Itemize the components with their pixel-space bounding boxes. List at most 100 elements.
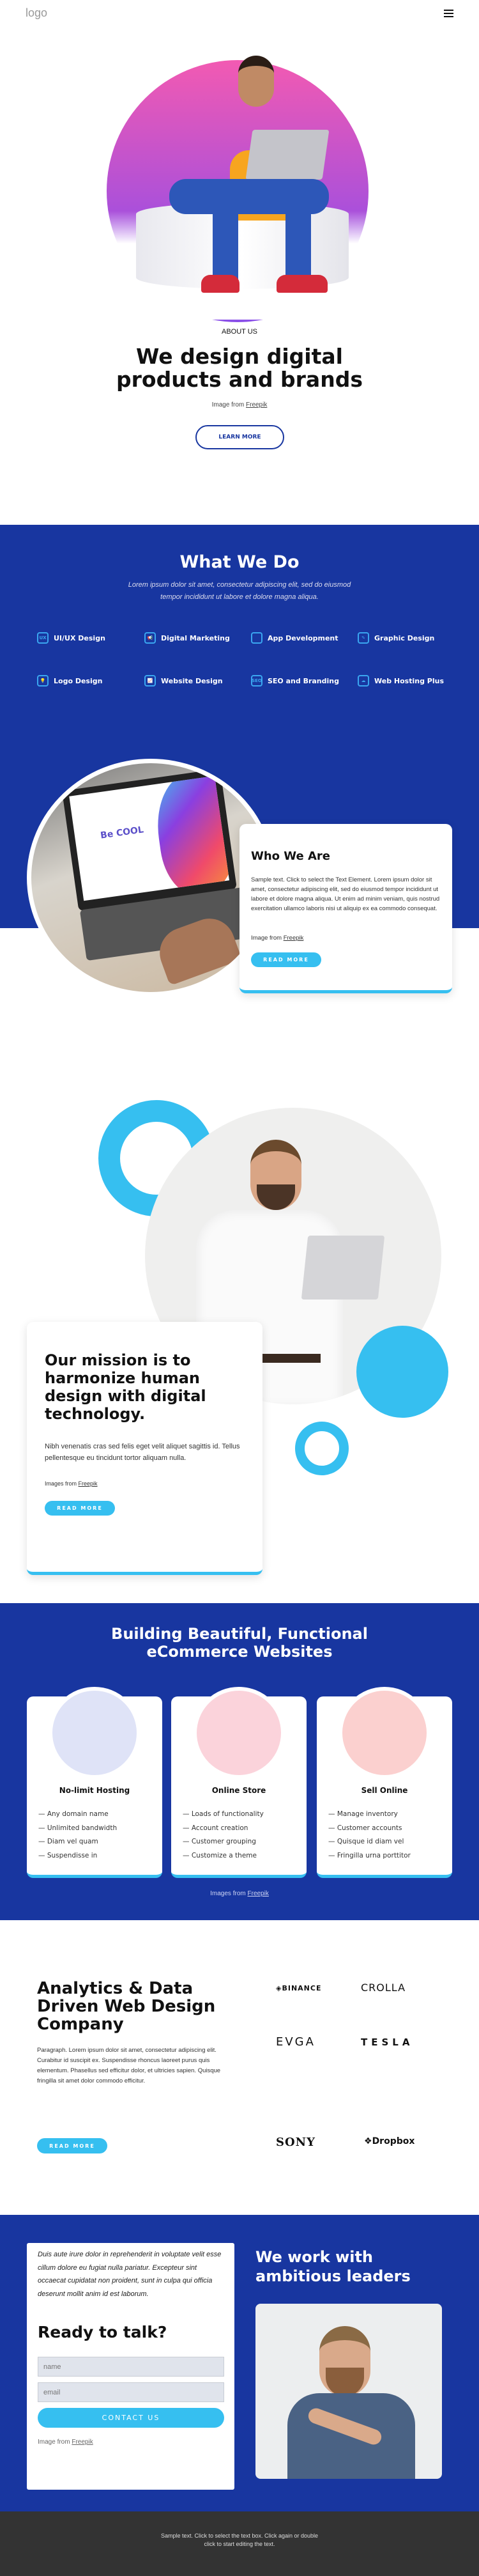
ecommerce-title-line2: eCommerce Websites: [146, 1643, 333, 1661]
feature-item: — Any domain name: [38, 1810, 109, 1818]
credit-prefix: Images from: [45, 1480, 77, 1487]
mission-title: Our mission is to harmonize human design…: [45, 1351, 206, 1423]
service-label: App Development: [268, 633, 338, 642]
hero-title-line2: products and brands: [116, 367, 363, 392]
freepik-link[interactable]: Freepik: [72, 2439, 93, 2446]
contact-us-button[interactable]: CONTACT US: [38, 2408, 224, 2428]
service-item[interactable]: ✎ Graphic Design: [358, 632, 434, 644]
contact-credit: Image from Freepik: [38, 2439, 93, 2446]
ecommerce-card: Sell Online — Manage inventory — Customer …: [317, 1687, 452, 1878]
footer: Sample text. Click to select the text bo…: [0, 2511, 479, 2576]
read-more-button[interactable]: READ MORE: [45, 1501, 115, 1516]
service-label: Logo Design: [54, 676, 103, 685]
analytics-title: Analytics & Data Driven Web Design Compa…: [37, 1979, 216, 2034]
card-title: Sell Online: [361, 1786, 408, 1795]
cloud-network-icon: ☁: [358, 675, 369, 687]
feature-list: — Any domain name — Unlimited bandwidth — …: [38, 1808, 117, 1863]
ecommerce-title-line1: Building Beautiful, Functional: [111, 1625, 368, 1643]
credit-prefix: Image from: [211, 401, 245, 408]
tesla-logo: TESLA: [361, 2037, 414, 2048]
feature-item: — Customize a theme: [183, 1851, 257, 1859]
feature-item: — Fringilla urna porttitor: [328, 1851, 411, 1859]
seo-search-icon: SEO: [251, 675, 262, 687]
credit-prefix: Image from: [38, 2439, 70, 2446]
service-item[interactable]: 📢 Digital Marketing: [144, 632, 230, 644]
laptop-screen-text: Be COOL: [100, 825, 144, 841]
service-item[interactable]: ☁ Web Hosting Plus: [358, 675, 444, 687]
subtitle-line1: Lorem ipsum dolor sit amet, consectetur …: [128, 581, 351, 589]
dropbox-icon: ❖: [364, 2136, 372, 2146]
feature-item: — Customer grouping: [183, 1838, 256, 1845]
read-more-button[interactable]: READ MORE: [37, 2138, 107, 2153]
feature-item: — Unlimited bandwidth: [38, 1824, 118, 1832]
service-label: Graphic Design: [374, 633, 435, 642]
freepik-link[interactable]: Freepik: [246, 401, 267, 408]
what-we-do-title: What We Do: [179, 552, 300, 572]
what-we-do-subtitle: Lorem ipsum dolor sit amet, consectetur …: [0, 579, 479, 603]
hero-image: [80, 54, 399, 322]
megaphone-icon: 📢: [144, 632, 156, 644]
crolla-logo: CROLLA: [361, 1982, 406, 1994]
shopping-basket-icon: [193, 1687, 285, 1779]
contact-quote: Duis aute irure dolor in reprehenderit i…: [38, 2251, 222, 2298]
leader-image: [255, 2304, 442, 2479]
sony-logo: SONY: [276, 2136, 316, 2149]
mission-body: Nibh venenatis cras sed felis eget velit…: [45, 1443, 240, 1462]
document-pen-icon: ✎: [358, 632, 369, 644]
freepik-link[interactable]: Freepik: [284, 935, 304, 942]
footer-text-line1: Sample text. Click to select the text bo…: [160, 2533, 319, 2539]
freepik-link[interactable]: Freepik: [248, 1890, 269, 1897]
freepik-link[interactable]: Freepik: [79, 1480, 98, 1487]
service-item[interactable]: 📈 Website Design: [144, 675, 223, 687]
learn-more-button[interactable]: LEARN MORE: [195, 425, 284, 449]
feature-item: — Quisque id diam vel: [328, 1838, 404, 1845]
ecommerce-credit: Images from Freepik: [0, 1890, 479, 1897]
logo[interactable]: logo: [26, 6, 47, 20]
service-item[interactable]: UX UI/UX Design: [37, 632, 105, 644]
name-input[interactable]: [38, 2357, 224, 2377]
hero-eyebrow: ABOUT US: [221, 328, 258, 336]
hero-title: We design digital products and brands: [0, 345, 479, 391]
email-input[interactable]: [38, 2382, 224, 2402]
who-we-are-title: Who We Are: [251, 850, 331, 863]
service-item[interactable]: 💡 Logo Design: [37, 675, 102, 687]
service-item[interactable]: SEO SEO and Branding: [251, 675, 339, 687]
who-we-are-body: Sample text. Click to select the Text El…: [251, 876, 440, 912]
subtitle-line2: tempor incididunt ut labore et dolore ma…: [160, 593, 319, 601]
feature-list: — Loads of functionality — Account creati…: [183, 1808, 264, 1863]
feature-item: — Loads of functionality: [183, 1810, 264, 1818]
service-label: Website Design: [161, 676, 223, 685]
feature-item: — Suspendisse in: [38, 1851, 98, 1859]
mission-credit: Images from Freepik: [45, 1480, 98, 1487]
credit-prefix: Image from: [251, 935, 282, 942]
shopping-bags-chart-icon: [49, 1687, 141, 1779]
contact-title: Ready to talk?: [38, 2323, 167, 2341]
service-label: UI/UX Design: [54, 633, 105, 642]
lightbulb-icon: 💡: [37, 675, 49, 687]
hamburger-icon[interactable]: [444, 10, 453, 17]
monitor-chart-icon: 📈: [144, 675, 156, 687]
hero-title-line1: We design digital: [136, 344, 343, 369]
card-title: No-limit Hosting: [59, 1786, 130, 1795]
read-more-button[interactable]: READ MORE: [251, 952, 321, 967]
ecommerce-title: Building Beautiful, Functional eCommerce…: [0, 1625, 479, 1661]
credit-prefix: Images from: [210, 1890, 246, 1897]
who-we-are-image: Be COOL: [27, 759, 275, 997]
service-label: Web Hosting Plus: [374, 676, 444, 685]
dropbox-logo: ❖Dropbox: [364, 2136, 415, 2146]
binance-logo: ◈BINANCE: [276, 1984, 322, 1992]
hero-credit: Image from Freepik: [0, 401, 479, 408]
service-item[interactable]: App Development: [251, 632, 338, 644]
feature-item: — Customer accounts: [328, 1824, 402, 1832]
who-we-are-card: Who We Are Sample text. Click to select …: [240, 824, 452, 993]
contact-right-title: We work with ambitious leaders: [255, 2248, 411, 2285]
feature-item: — Diam vel quam: [38, 1838, 98, 1845]
discount-tags-icon: [338, 1687, 430, 1779]
filled-circle-decoration: [356, 1326, 448, 1418]
ecommerce-card: No-limit Hosting — Any domain name — Unlim…: [27, 1687, 162, 1878]
mission-card: Our mission is to harmonize human design…: [27, 1322, 262, 1575]
phone-code-icon: [251, 632, 262, 644]
card-title: Online Store: [211, 1786, 266, 1795]
small-ring-decoration: [295, 1422, 349, 1475]
evga-logo: EVGA: [276, 2035, 316, 2049]
